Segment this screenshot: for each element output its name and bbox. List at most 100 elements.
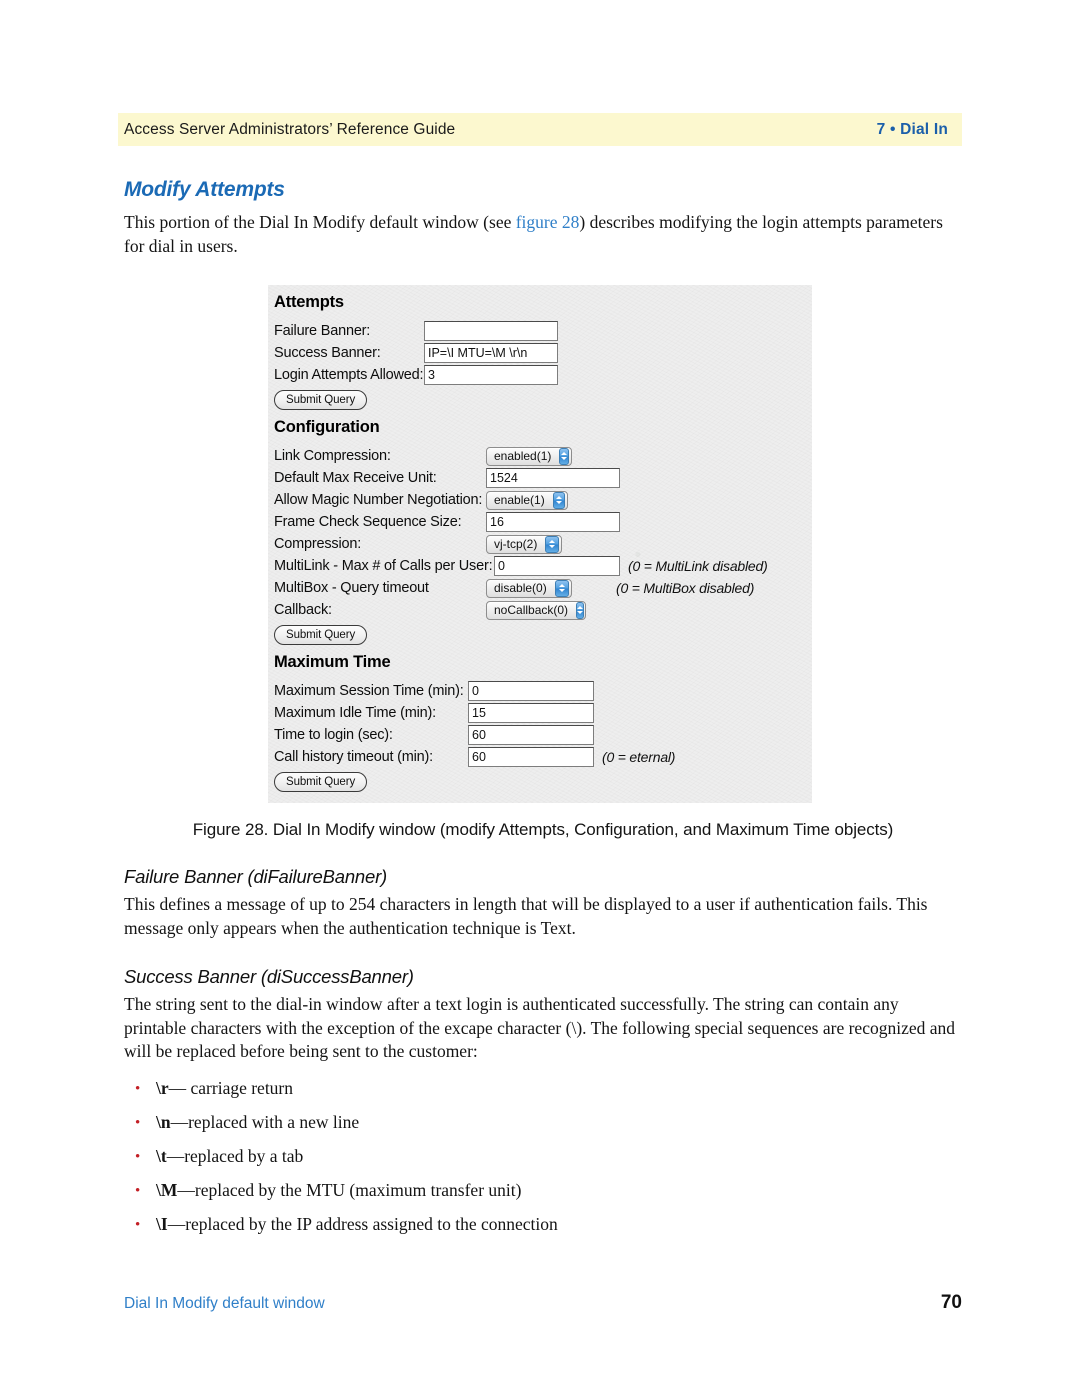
- link-compression-selected-value: enabled(1): [494, 449, 552, 463]
- form-row-success-banner: Success Banner: IP=\I MTU=\M \r\n: [274, 342, 812, 364]
- default-max-receive-unit-input[interactable]: 1524: [486, 468, 620, 488]
- header-chapter-label: 7 • Dial In: [876, 120, 948, 138]
- updown-arrows-icon: [554, 579, 569, 597]
- escape-sequence-code: \r: [156, 1077, 169, 1098]
- maximum-time-submit-query-button[interactable]: Submit Query: [274, 772, 368, 792]
- callback-selected-value: noCallback(0): [494, 603, 569, 617]
- login-attempts-allowed-input[interactable]: 3: [424, 365, 558, 385]
- maximum-session-time-input[interactable]: 0: [468, 681, 594, 701]
- success-banner-input[interactable]: IP=\I MTU=\M \r\n: [424, 343, 558, 363]
- link-compression-label: Link Compression:: [274, 448, 391, 464]
- callback-select[interactable]: noCallback(0): [486, 600, 586, 620]
- callback-label: Callback:: [274, 602, 332, 618]
- updown-arrows-icon: [559, 447, 569, 465]
- link-compression-select[interactable]: enabled(1): [486, 446, 572, 466]
- configuration-submit-query-button[interactable]: Submit Query: [274, 625, 368, 645]
- login-attempts-allowed-label: Login Attempts Allowed:: [274, 367, 424, 383]
- subsection-title-success-banner: Success Banner (diSuccessBanner): [124, 966, 414, 987]
- form-row-time-to-login: Time to login (sec): 60: [274, 724, 812, 746]
- multibox-query-timeout-note: (0 = MultiBox disabled): [616, 580, 755, 596]
- multilink-max-calls-note: (0 = MultiLink disabled): [628, 558, 768, 574]
- bullet-dot-icon: •: [135, 1080, 141, 1097]
- multibox-query-timeout-selected-value: disable(0): [494, 581, 547, 595]
- form-row-compression: Compression: vj-tcp(2): [274, 533, 812, 555]
- maximum-idle-time-input[interactable]: 15: [468, 703, 594, 723]
- escape-sequence-code: \n: [156, 1111, 171, 1132]
- success-banner-body: The string sent to the dial-in window af…: [124, 994, 956, 1061]
- form-row-allow-magic-number-negotiation: Allow Magic Number Negotiation: enable(1…: [274, 489, 812, 511]
- multibox-query-timeout-select[interactable]: disable(0): [486, 578, 572, 598]
- form-row-default-max-receive-unit: Default Max Receive Unit: 1524: [274, 467, 812, 489]
- header-guide-title: Access Server Administrators’ Reference …: [124, 120, 456, 138]
- list-item: • \t—replaced by a tab: [124, 1145, 962, 1167]
- form-row-frame-check-sequence-size: Frame Check Sequence Size: 16: [274, 511, 812, 533]
- bullet-dot-icon: •: [135, 1148, 141, 1165]
- compression-select[interactable]: vj-tcp(2): [486, 534, 562, 554]
- escape-sequence-code: \I: [156, 1213, 168, 1234]
- maximum-idle-time-label: Maximum Idle Time (min):: [274, 705, 436, 721]
- escape-sequence-description: —replaced by a tab: [166, 1145, 304, 1166]
- list-item: • \I—replaced by the IP address assigned …: [124, 1213, 962, 1235]
- list-item: • \n—replaced with a new line: [124, 1111, 962, 1133]
- intro-text-before: This portion of the Dial In Modify defau…: [124, 212, 516, 232]
- escape-sequence-list: • \r— carriage return • \n—replaced with a …: [124, 1077, 962, 1235]
- footer-section-label: Dial In Modify default window: [124, 1295, 325, 1312]
- attempts-heading: Attempts: [274, 293, 344, 311]
- call-history-timeout-input[interactable]: 60: [468, 747, 594, 767]
- bullet-dot-icon: •: [135, 1216, 141, 1233]
- maximum-time-heading: Maximum Time: [274, 653, 391, 671]
- multibox-query-timeout-label: MultiBox - Query timeout: [274, 580, 429, 596]
- form-row-call-history-timeout: Call history timeout (min): 60 (0 = eter…: [274, 746, 812, 768]
- bullet-dot-icon: •: [135, 1182, 141, 1199]
- running-header: Access Server Administrators’ Reference …: [118, 113, 962, 146]
- multilink-max-calls-input[interactable]: 0: [494, 556, 620, 576]
- time-to-login-input[interactable]: 60: [468, 725, 594, 745]
- subsection-title-failure-banner: Failure Banner (diFailureBanner): [124, 866, 388, 887]
- escape-sequence-description: — carriage return: [168, 1077, 294, 1098]
- default-max-receive-unit-label: Default Max Receive Unit:: [274, 470, 437, 486]
- allow-magic-number-negotiation-selected-value: enable(1): [494, 493, 545, 507]
- success-banner-label: Success Banner:: [274, 345, 381, 361]
- updown-arrows-icon: [545, 535, 559, 553]
- updown-arrows-icon: [552, 491, 565, 509]
- list-item: • \M—replaced by the MTU (maximum transfe…: [124, 1179, 962, 1201]
- compression-label: Compression:: [274, 536, 362, 552]
- form-row-callback: Callback: noCallback(0): [274, 599, 812, 621]
- call-history-timeout-label: Call history timeout (min):: [274, 749, 433, 765]
- dial-in-modify-window-screenshot: Attempts Failure Banner: Success Banner:…: [268, 285, 812, 803]
- multilink-max-calls-label: MultiLink - Max # of Calls per User:: [274, 558, 493, 574]
- escape-sequence-description: —replaced by the IP address assigned to …: [167, 1213, 558, 1234]
- configuration-heading: Configuration: [274, 418, 380, 436]
- form-row-maximum-idle-time: Maximum Idle Time (min): 15: [274, 702, 812, 724]
- page-title: Modify Attempts: [124, 178, 285, 201]
- time-to-login-label: Time to login (sec):: [274, 727, 393, 743]
- attempts-submit-query-button[interactable]: Submit Query: [274, 390, 368, 410]
- form-row-maximum-session-time: Maximum Session Time (min): 0: [274, 680, 812, 702]
- maximum-session-time-label: Maximum Session Time (min):: [274, 683, 464, 699]
- page-number: 70: [940, 1292, 962, 1313]
- bullet-dot-icon: •: [135, 1114, 141, 1131]
- escape-sequence-description: —replaced by the MTU (maximum transfer u…: [177, 1179, 522, 1200]
- page-footer: Dial In Modify default window 70: [124, 1292, 962, 1314]
- figure-cross-reference-link[interactable]: figure 28: [516, 212, 580, 232]
- failure-banner-body: This defines a message of up to 254 char…: [124, 894, 928, 938]
- intro-paragraph: This portion of the Dial In Modify defau…: [124, 211, 962, 258]
- form-row-link-compression: Link Compression: enabled(1): [274, 445, 812, 467]
- figure-caption: Figure 28. Dial In Modify window (modify…: [192, 820, 894, 839]
- call-history-timeout-note: (0 = eternal): [602, 749, 676, 765]
- form-row-multibox-query-timeout: MultiBox - Query timeout disable(0) (0 =…: [274, 577, 812, 599]
- failure-banner-label: Failure Banner:: [274, 323, 371, 339]
- frame-check-sequence-size-label: Frame Check Sequence Size:: [274, 514, 462, 530]
- escape-sequence-code: \t: [156, 1145, 167, 1166]
- form-row-login-attempts-allowed: Login Attempts Allowed: 3: [274, 364, 812, 386]
- allow-magic-number-negotiation-select[interactable]: enable(1): [486, 490, 568, 510]
- compression-selected-value: vj-tcp(2): [494, 537, 538, 551]
- allow-magic-number-negotiation-label: Allow Magic Number Negotiation:: [274, 492, 483, 508]
- escape-sequence-code: \M: [156, 1179, 178, 1200]
- failure-banner-input[interactable]: [424, 321, 558, 341]
- form-row-multilink-max-calls: MultiLink - Max # of Calls per User: 0 (…: [274, 555, 812, 577]
- escape-sequence-description: —replaced with a new line: [170, 1111, 360, 1132]
- form-row-failure-banner: Failure Banner:: [274, 320, 812, 342]
- updown-arrows-icon: [576, 601, 585, 619]
- frame-check-sequence-size-input[interactable]: 16: [486, 512, 620, 532]
